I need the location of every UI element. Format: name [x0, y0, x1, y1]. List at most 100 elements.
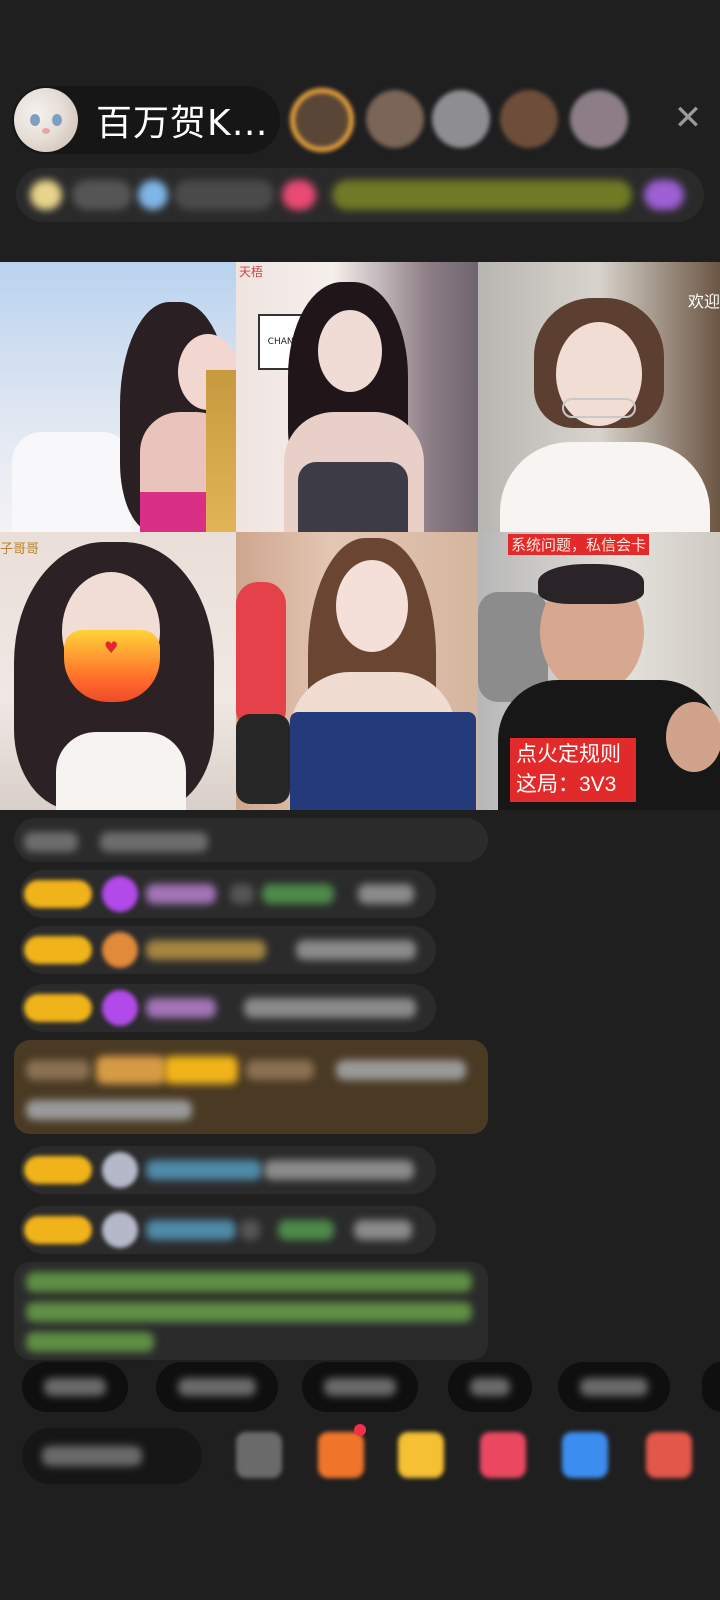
quick-reply-label	[324, 1378, 396, 1396]
host-name: 百万贺K…	[96, 103, 269, 144]
quick-reply-label	[470, 1378, 510, 1396]
host-info-pill[interactable]: 百万贺K…	[12, 86, 280, 154]
viewer-avatar-2[interactable]	[366, 90, 424, 148]
event-banner[interactable]	[332, 180, 632, 210]
chat-text	[336, 1060, 466, 1080]
chat-text	[26, 1100, 192, 1120]
heart-icon: ♥	[104, 638, 119, 657]
host-hand	[666, 702, 720, 772]
chat-target	[262, 884, 334, 904]
chat-username	[146, 940, 266, 960]
chat-username	[146, 1220, 236, 1240]
guest-dress	[290, 712, 476, 810]
chat-message-1[interactable]	[20, 870, 436, 918]
host-hair	[538, 564, 644, 604]
quick-reply-label	[44, 1378, 106, 1396]
guest-lace-top	[298, 462, 408, 532]
viewer-avatar-3[interactable]	[432, 90, 490, 148]
rule-overlay: 点火定规则 这局：3V3	[510, 738, 636, 802]
quick-reply-button-5[interactable]	[558, 1362, 670, 1412]
event-icon	[644, 180, 684, 210]
level-badge	[24, 1216, 92, 1244]
live-info-bar[interactable]	[16, 168, 704, 222]
chat-username	[146, 998, 216, 1018]
chat-announcement	[14, 1262, 488, 1360]
guest-top	[56, 732, 186, 810]
avatar-eye-right	[52, 114, 62, 126]
announcement-line-3	[26, 1332, 154, 1352]
chat-text	[240, 1220, 260, 1240]
chat-message-2[interactable]	[20, 926, 436, 974]
avatar-eye-left	[30, 114, 40, 126]
chat-message-4[interactable]	[20, 1146, 436, 1194]
viewer-avatar-5[interactable]	[570, 90, 628, 148]
guest-top	[140, 492, 210, 532]
chat-text	[230, 884, 254, 904]
guest-face	[318, 310, 382, 392]
level-badge	[24, 994, 92, 1022]
pillow-shape	[12, 432, 132, 532]
chat-text	[26, 1060, 90, 1080]
announcement-line-2	[26, 1302, 472, 1322]
glasses	[562, 398, 636, 418]
video-cell-4[interactable]: 子哥哥 ♥	[0, 532, 236, 810]
video-cell-2[interactable]: 天梧 CHANEL	[236, 262, 478, 532]
tag-badge	[96, 1056, 166, 1084]
guest-shirt	[500, 442, 710, 532]
viewer-avatar-1[interactable]	[290, 88, 354, 152]
announcement-line-1	[26, 1272, 472, 1292]
popularity-text	[174, 180, 274, 210]
quick-reply-button-1[interactable]	[22, 1362, 128, 1412]
gift-icon[interactable]	[646, 1432, 692, 1478]
chat-text	[354, 1220, 412, 1240]
chat-text	[296, 940, 416, 960]
host-avatar[interactable]	[14, 88, 78, 152]
comment-input[interactable]	[22, 1428, 202, 1484]
chat-text	[24, 832, 78, 852]
chat-highlight-message[interactable]	[14, 1040, 488, 1134]
guest-face	[336, 560, 408, 652]
chat-text	[244, 998, 416, 1018]
close-icon[interactable]: ✕	[670, 100, 706, 136]
avatar-nose	[42, 128, 50, 134]
hot-icon	[282, 180, 316, 210]
viewer-avatar-4[interactable]	[500, 90, 558, 148]
chat-system-message	[14, 818, 488, 862]
cell-4-caption: 子哥哥	[0, 542, 40, 557]
quick-reply-button-3[interactable]	[302, 1362, 418, 1412]
avatar-icon	[102, 1152, 138, 1188]
video-cell-6[interactable]: 系统问题，私信会卡 点火定规则 这局：3V3	[478, 532, 720, 810]
live-icon[interactable]	[480, 1432, 526, 1478]
shop-icon[interactable]	[318, 1432, 364, 1478]
chat-username	[146, 1160, 262, 1180]
notification-dot	[354, 1424, 366, 1436]
cell-3-caption: 欢迎	[687, 292, 720, 311]
chat-message-5[interactable]	[20, 1206, 436, 1254]
video-cell-5[interactable]	[236, 532, 478, 810]
chat-text	[358, 884, 414, 904]
rule-line-2: 这局：3V3	[516, 773, 617, 796]
video-cell-1[interactable]	[0, 262, 236, 532]
quick-reply-label	[580, 1378, 648, 1396]
game-icon[interactable]	[562, 1432, 608, 1478]
chat-message-3[interactable]	[20, 984, 436, 1032]
chat-target	[278, 1220, 334, 1240]
gem-icon	[102, 932, 138, 968]
quick-reply-button-4[interactable]	[448, 1362, 532, 1412]
gift-frame-edge	[206, 370, 236, 532]
multi-guest-video-grid: 天梧 CHANEL 欢迎 子哥哥 ♥ 系统问题，私信会卡 点火定规则 这局：3V…	[0, 262, 720, 810]
system-notice: 系统问题，私信会卡	[508, 534, 650, 555]
video-cell-3[interactable]: 欢迎	[478, 262, 720, 532]
avatar-icon	[102, 1212, 138, 1248]
gift-box-icon[interactable]	[398, 1432, 444, 1478]
level-badge	[24, 880, 92, 908]
plush-toy	[236, 582, 286, 732]
quick-reply-button-6[interactable]	[702, 1362, 720, 1412]
rank-icon	[30, 180, 62, 210]
level-badge	[164, 1056, 238, 1084]
emoji-icon[interactable]	[236, 1432, 282, 1478]
quick-reply-button-2[interactable]	[156, 1362, 278, 1412]
chat-username	[246, 1060, 314, 1080]
rank-text	[72, 180, 132, 210]
comment-placeholder	[42, 1446, 142, 1466]
